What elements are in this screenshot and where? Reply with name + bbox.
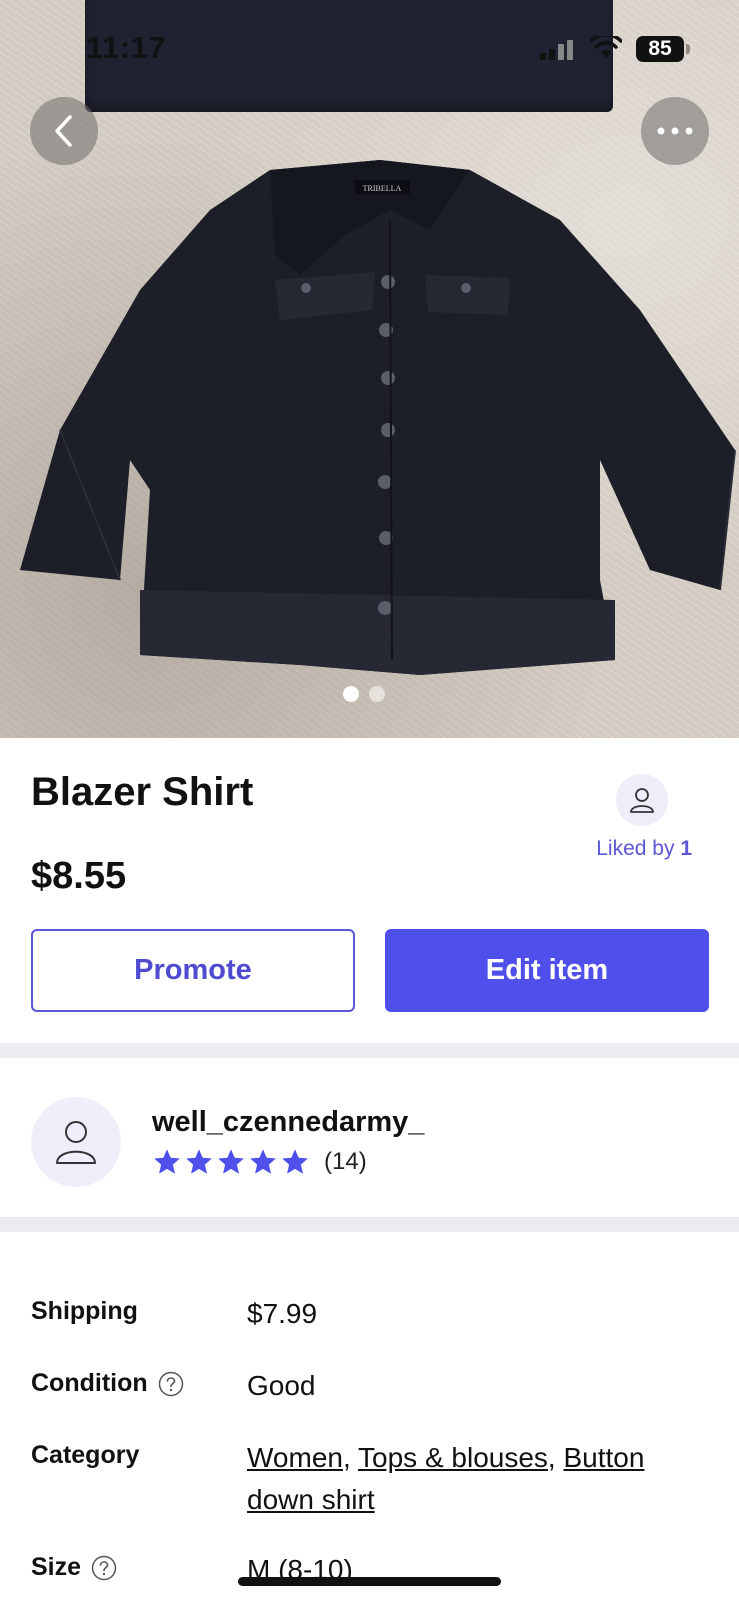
- pagination-dot[interactable]: [369, 686, 385, 702]
- battery-tip: [686, 44, 690, 54]
- liked-by-label: Liked by: [596, 837, 675, 860]
- size-label: Size: [31, 1553, 117, 1582]
- shipping-label-text: Shipping: [31, 1297, 138, 1325]
- star-icon: [154, 1149, 180, 1174]
- promote-button[interactable]: Promote: [31, 929, 355, 1012]
- condition-label: Condition: [31, 1369, 184, 1398]
- jacket-photo: TRIBELLA: [20, 160, 736, 675]
- liker-avatar[interactable]: [616, 774, 668, 826]
- star-icon: [282, 1149, 308, 1174]
- seller-avatar[interactable]: [31, 1097, 121, 1187]
- item-photo[interactable]: TRIBELLA 11:17 85: [0, 0, 739, 738]
- more-options-button[interactable]: [641, 97, 709, 165]
- cellular-signal-icon: [540, 40, 573, 60]
- category-value: Women, Tops & blouses, Button down shirt: [247, 1437, 687, 1521]
- back-button[interactable]: [30, 97, 98, 165]
- user-icon: [56, 1121, 96, 1164]
- category-label: Category: [31, 1441, 139, 1470]
- pagination-dot-active[interactable]: [343, 686, 359, 702]
- status-bar: 11:17 85: [0, 0, 739, 90]
- shipping-label: Shipping: [31, 1297, 138, 1326]
- wifi-icon: [590, 36, 622, 58]
- jacket-brand-label: TRIBELLA: [363, 184, 402, 193]
- liked-by-count: 1: [680, 837, 692, 860]
- category-label-text: Category: [31, 1441, 140, 1469]
- edit-item-button[interactable]: Edit item: [385, 929, 709, 1012]
- star-icon: [186, 1149, 212, 1174]
- battery-indicator: 85: [636, 36, 684, 62]
- category-separator: ,: [342, 1442, 359, 1473]
- seller-username[interactable]: well_czennedarmy_: [152, 1106, 424, 1139]
- home-indicator[interactable]: [238, 1577, 501, 1586]
- star-icon: [218, 1149, 244, 1174]
- help-circle-icon[interactable]: [91, 1555, 117, 1581]
- ellipsis-icon: [657, 127, 693, 135]
- star-icon: [250, 1149, 276, 1174]
- status-time: 11:17: [86, 30, 167, 65]
- category-separator: ,: [547, 1442, 564, 1473]
- user-icon: [630, 788, 654, 813]
- condition-value: Good: [247, 1370, 316, 1401]
- section-divider: [0, 1043, 739, 1058]
- item-price: $8.55: [31, 855, 127, 897]
- category-link-tops-blouses[interactable]: Tops & blouses: [358, 1442, 548, 1473]
- condition-label-text: Condition: [31, 1369, 148, 1397]
- item-title: Blazer Shirt: [31, 770, 254, 814]
- seller-rating[interactable]: (14): [152, 1147, 367, 1177]
- review-count: (14): [324, 1148, 367, 1175]
- help-circle-icon[interactable]: [158, 1371, 184, 1397]
- shipping-value: $7.99: [247, 1298, 318, 1329]
- chevron-left-icon: [55, 115, 72, 147]
- section-divider: [0, 1217, 739, 1232]
- photo-pagination: [343, 686, 385, 702]
- size-label-text: Size: [31, 1553, 82, 1581]
- category-link-women[interactable]: Women: [247, 1442, 343, 1473]
- liked-by-link[interactable]: Liked by 1: [596, 837, 692, 861]
